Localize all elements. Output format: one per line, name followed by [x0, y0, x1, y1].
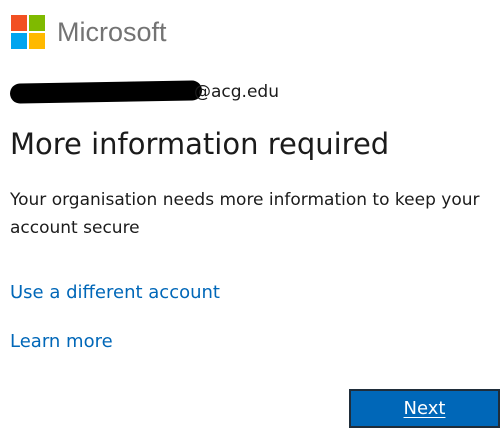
page-description: Your organisation needs more information…: [10, 190, 480, 238]
account-identity: @acg.edu: [9, 80, 279, 104]
learn-more-link[interactable]: Learn more: [10, 330, 113, 354]
account-email: @acg.edu: [194, 81, 279, 102]
use-different-account-link[interactable]: Use a different account: [10, 281, 220, 305]
next-button[interactable]: Next: [349, 389, 500, 428]
microsoft-squares-icon: [11, 15, 45, 49]
redacted-username: [9, 80, 203, 104]
logo-square-green: [29, 15, 45, 31]
logo-square-yellow: [29, 33, 45, 49]
microsoft-logo: Microsoft: [11, 14, 167, 50]
microsoft-wordmark: Microsoft: [57, 16, 167, 47]
logo-square-red: [11, 15, 27, 31]
logo-square-blue: [11, 33, 27, 49]
page-title: More information required: [10, 127, 390, 161]
